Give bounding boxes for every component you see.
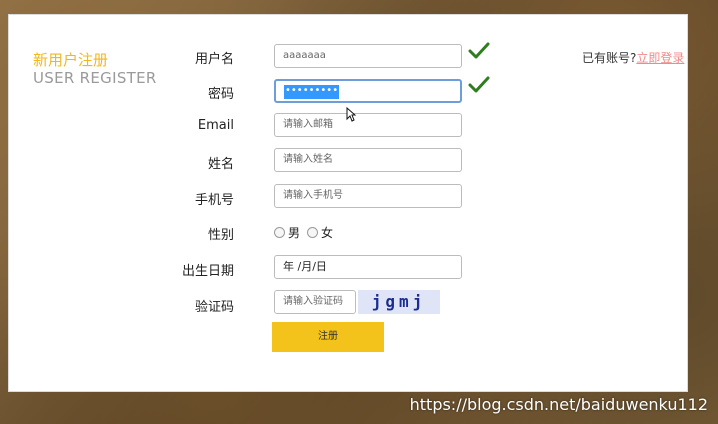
phone-label: 手机号 xyxy=(194,193,234,208)
captcha-input[interactable]: 请输入验证码 xyxy=(274,290,356,314)
mouse-cursor-icon xyxy=(346,107,356,122)
login-hint: 已有账号?立即登录 xyxy=(582,49,684,66)
birthdate-label: 出生日期 xyxy=(181,264,234,279)
gender-radio-group: 男 女 xyxy=(274,224,333,241)
gender-male-label: 男 xyxy=(288,226,301,240)
password-value: ••••••••• xyxy=(284,85,340,99)
captcha-image[interactable]: jgmj xyxy=(358,290,440,314)
gender-male-radio[interactable] xyxy=(274,227,285,238)
name-label: 姓名 xyxy=(207,157,234,172)
login-prompt: 已有账号? xyxy=(582,51,637,65)
birthdate-input[interactable]: 年 /月/日 xyxy=(274,255,462,279)
page-title-en: USER REGISTER xyxy=(33,69,157,87)
login-link[interactable]: 立即登录 xyxy=(636,51,684,65)
captcha-label: 验证码 xyxy=(194,300,234,315)
checkmark-icon xyxy=(468,76,490,93)
username-label: 用户名 xyxy=(194,52,234,67)
gender-female-label: 女 xyxy=(321,226,334,240)
watermark: https://blog.csdn.net/baiduwenku112 xyxy=(409,395,708,414)
password-input[interactable]: ••••••••• xyxy=(274,79,462,103)
phone-input[interactable]: 请输入手机号 xyxy=(274,184,462,208)
name-input[interactable]: 请输入姓名 xyxy=(274,148,462,172)
email-input[interactable]: 请输入邮箱 xyxy=(274,113,462,137)
gender-label: 性别 xyxy=(207,228,234,243)
page-title-cn: 新用户注册 xyxy=(33,51,109,69)
register-panel: 新用户注册 USER REGISTER 已有账号?立即登录 用户名 aaaaaa… xyxy=(8,14,688,392)
username-input[interactable]: aaaaaaa xyxy=(274,44,462,68)
password-label: 密码 xyxy=(207,87,234,102)
email-label: Email xyxy=(197,118,234,133)
gender-female-radio[interactable] xyxy=(307,227,319,238)
checkmark-icon xyxy=(468,42,490,59)
register-button[interactable]: 注册 xyxy=(272,322,384,352)
